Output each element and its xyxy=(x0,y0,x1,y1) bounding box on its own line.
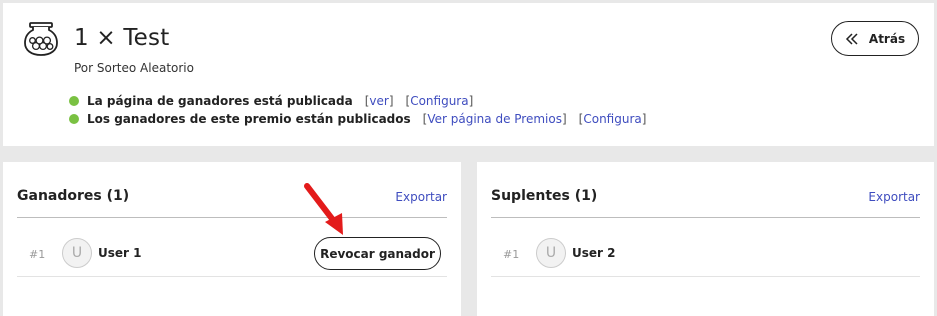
view-winners-page-link[interactable]: ver xyxy=(369,94,388,108)
winner-row: #1 U User 1 Revocar ganador xyxy=(17,235,447,277)
substitute-row: #1 U User 2 xyxy=(491,235,920,277)
substitute-rank: #1 xyxy=(503,248,520,261)
winner-name: User 1 xyxy=(98,246,142,260)
substitutes-panel-header: Suplentes (1) Exportar xyxy=(491,188,920,218)
back-button-label: Atrás xyxy=(868,31,906,46)
winners-panel-header: Ganadores (1) Exportar xyxy=(17,188,447,218)
avatar: U xyxy=(536,238,566,268)
back-button[interactable]: Atrás xyxy=(831,21,919,56)
red-arrow-icon xyxy=(304,183,343,235)
status-text: Los ganadores de este premio están publi… xyxy=(87,112,411,126)
winners-title: Ganadores (1) xyxy=(17,188,130,204)
double-chevron-left-icon xyxy=(845,32,858,45)
substitutes-title: Suplentes (1) xyxy=(491,188,598,204)
status-prize-winners: Los ganadores de este premio están publi… xyxy=(69,112,646,126)
status-dot xyxy=(69,114,79,124)
winners-panel: Ganadores (1) Exportar #1 U User 1 Revoc… xyxy=(3,162,461,316)
substitutes-panel: Suplentes (1) Exportar #1 U User 2 xyxy=(477,162,934,316)
status-winners-page: La página de ganadores está publicada [v… xyxy=(69,94,473,108)
status-text: La página de ganadores está publicada xyxy=(87,94,353,108)
winner-rank: #1 xyxy=(29,248,46,261)
lottery-jar-icon xyxy=(24,22,58,56)
page-subtitle: Por Sorteo Aleatorio xyxy=(74,61,194,75)
configure-winners-page-link[interactable]: Configura xyxy=(410,94,468,108)
export-winners-link[interactable]: Exportar xyxy=(395,190,447,204)
revoke-winner-button[interactable]: Revocar ganador xyxy=(314,237,441,270)
avatar: U xyxy=(62,238,92,268)
configure-prizes-link[interactable]: Configura xyxy=(583,112,641,126)
status-dot xyxy=(69,96,79,106)
export-substitutes-link[interactable]: Exportar xyxy=(868,190,920,204)
view-prizes-page-link[interactable]: Ver página de Premios xyxy=(427,112,562,126)
substitute-name: User 2 xyxy=(572,246,616,260)
page-title: 1 × Test xyxy=(74,25,170,51)
prize-header-card: 1 × Test Por Sorteo Aleatorio Atrás La p… xyxy=(3,3,934,146)
